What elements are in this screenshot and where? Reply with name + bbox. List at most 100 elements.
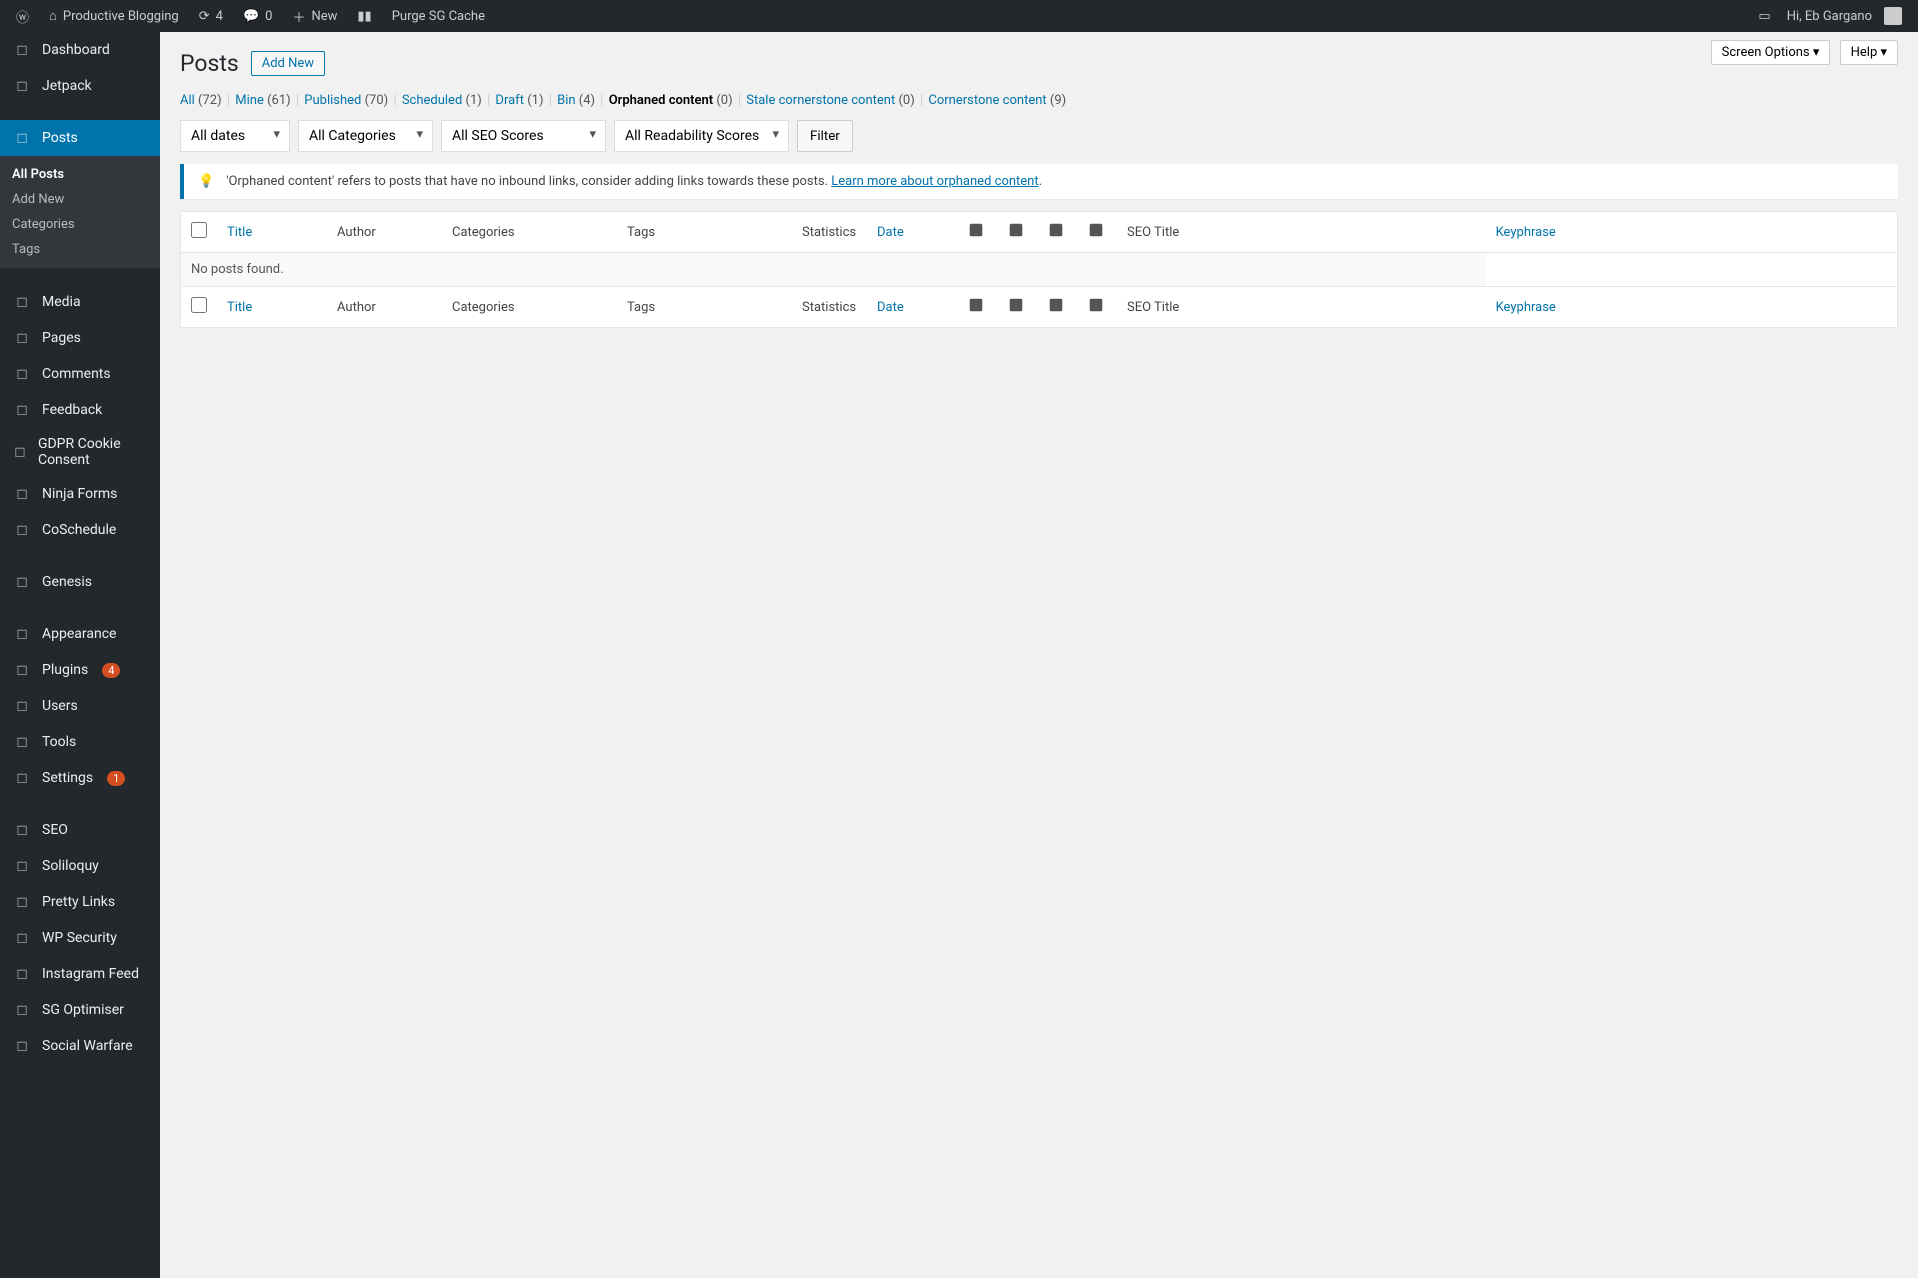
- plus-icon: ＋: [292, 7, 305, 26]
- col-date[interactable]: Date: [877, 225, 904, 240]
- sidebar-item-pretty-links[interactable]: ◻Pretty Links: [0, 884, 160, 920]
- col-categories: Categories: [452, 225, 515, 240]
- sidebar-item-seo[interactable]: ◻SEO: [0, 812, 160, 848]
- view-bin[interactable]: Bin: [557, 93, 579, 108]
- outgoing-links-icon: [967, 296, 985, 314]
- badge: 4: [102, 663, 120, 678]
- jetpack-icon: ◻: [12, 76, 32, 96]
- sidebar-item-label: Users: [42, 698, 78, 714]
- sidebar-item-dashboard[interactable]: ◻Dashboard: [0, 32, 160, 68]
- view-draft[interactable]: Draft: [495, 93, 527, 108]
- col-seotitle: SEO Title: [1127, 225, 1179, 240]
- yoast-link[interactable]: ▮▮: [349, 0, 379, 32]
- seo-score-icon: [1087, 296, 1105, 314]
- sidebar-item-instagram-feed[interactable]: ◻ Instagram Feed: [0, 956, 160, 992]
- sidebar-item-label: Social Warfare: [42, 1038, 133, 1054]
- col-stats: Statistics: [802, 300, 856, 315]
- col-categories: Categories: [452, 300, 515, 315]
- col-title[interactable]: Title: [227, 225, 252, 240]
- sidebar-item-plugins[interactable]: ◻Plugins4: [0, 652, 160, 688]
- notifications-link[interactable]: ▭: [1750, 0, 1778, 32]
- sidebar-item-gdpr-cookie-consent[interactable]: ◻GDPR Cookie Consent: [0, 428, 160, 476]
- submenu-add-new[interactable]: Add New: [0, 187, 160, 212]
- sidebar-item-label: Instagram Feed: [42, 966, 139, 982]
- view-published[interactable]: Published: [304, 93, 364, 108]
- site-link[interactable]: ⌂Productive Blogging: [41, 0, 187, 32]
- lightbulb-icon: 💡: [198, 174, 214, 189]
- sidebar-item-appearance[interactable]: ◻Appearance: [0, 616, 160, 652]
- sidebar-item-users[interactable]: ◻Users: [0, 688, 160, 724]
- sidebar-item-label: Feedback: [42, 402, 102, 418]
- gear-icon: ◻: [12, 768, 32, 788]
- updates-link[interactable]: ⟳4: [191, 0, 231, 32]
- sidebar-item-social-warfare[interactable]: ◻Social Warfare: [0, 1028, 160, 1064]
- col-title[interactable]: Title: [227, 300, 252, 315]
- cal-icon: ◻: [12, 520, 32, 540]
- sidebar-item-posts[interactable]: ◻Posts: [0, 120, 160, 156]
- ig-icon: ◻: [12, 964, 32, 984]
- updates-count: 4: [216, 9, 223, 24]
- account-link[interactable]: Hi, Eb Gargano: [1779, 0, 1910, 32]
- sidebar-item-label: Tools: [42, 734, 76, 750]
- sidebar-item-coschedule[interactable]: ◻CoSchedule: [0, 512, 160, 548]
- sidebar-item-feedback[interactable]: ◻Feedback: [0, 392, 160, 428]
- view-cornerstone-content[interactable]: Cornerstone content: [928, 93, 1050, 108]
- add-new-button[interactable]: Add New: [251, 51, 325, 76]
- sidebar-item-sg-optimiser[interactable]: ◻SG Optimiser: [0, 992, 160, 1028]
- incoming-links-icon: [1007, 221, 1025, 239]
- sidebar-item-tools[interactable]: ◻Tools: [0, 724, 160, 760]
- new-link[interactable]: ＋New: [284, 0, 345, 32]
- select-all-checkbox[interactable]: [191, 297, 207, 313]
- content-area: Screen Options ▾ Help ▾ Posts Add New Al…: [160, 32, 1918, 1278]
- seo-filter[interactable]: All SEO Scores: [441, 120, 606, 152]
- sidebar-item-label: SG Optimiser: [42, 1002, 124, 1018]
- sidebar-item-jetpack[interactable]: ◻Jetpack: [0, 68, 160, 104]
- sidebar-item-label: Media: [42, 294, 81, 310]
- submenu-categories[interactable]: Categories: [0, 212, 160, 237]
- col-date[interactable]: Date: [877, 300, 904, 315]
- sidebar-item-label: Dashboard: [42, 42, 110, 58]
- view-stale-cornerstone-content[interactable]: Stale cornerstone content: [746, 93, 898, 108]
- filter-button[interactable]: Filter: [797, 120, 853, 152]
- sidebar-item-genesis[interactable]: ◻Genesis: [0, 564, 160, 600]
- purge-cache-link[interactable]: Purge SG Cache: [384, 0, 493, 32]
- view-orphaned-content: Orphaned content: [609, 93, 717, 108]
- sidebar-item-soliloquy[interactable]: ◻Soliloquy: [0, 848, 160, 884]
- sidebar-item-label: Comments: [42, 366, 111, 382]
- screen-options-button[interactable]: Screen Options ▾: [1711, 40, 1831, 65]
- wp-logo[interactable]: ⓦ: [8, 0, 37, 32]
- notice-link[interactable]: Learn more about orphaned content: [831, 174, 1038, 189]
- readability-icon: [1047, 221, 1065, 239]
- sidebar-item-label: Settings: [42, 770, 93, 786]
- sidebar-item-ninja-forms[interactable]: ◻Ninja Forms: [0, 476, 160, 512]
- comments-link[interactable]: 💬0: [235, 0, 281, 32]
- submenu-tags[interactable]: Tags: [0, 237, 160, 262]
- media-icon: ◻: [12, 292, 32, 312]
- dates-filter[interactable]: All dates: [180, 120, 290, 152]
- sidebar-item-wp-security[interactable]: ◻WP Security: [0, 920, 160, 956]
- col-keyphrase[interactable]: Keyphrase: [1496, 300, 1556, 315]
- submenu-all-posts[interactable]: All Posts: [0, 162, 160, 187]
- sidebar-item-media[interactable]: ◻ Media: [0, 284, 160, 320]
- seo-icon: ◻: [12, 820, 32, 840]
- sidebar-item-settings[interactable]: ◻Settings1: [0, 760, 160, 796]
- wordpress-icon: ⓦ: [16, 7, 29, 26]
- sidebar-item-pages[interactable]: ◻Pages: [0, 320, 160, 356]
- filter-bar: All dates All Categories All SEO Scores …: [180, 120, 1898, 152]
- sidebar-item-label: GDPR Cookie Consent: [38, 436, 148, 468]
- view-all[interactable]: All: [180, 93, 198, 108]
- col-keyphrase[interactable]: Keyphrase: [1496, 225, 1556, 240]
- categories-filter[interactable]: All Categories: [298, 120, 433, 152]
- sidebar-item-comments[interactable]: ◻Comments: [0, 356, 160, 392]
- view-scheduled[interactable]: Scheduled: [402, 93, 466, 108]
- genesis-icon: ◻: [12, 572, 32, 592]
- help-button[interactable]: Help ▾: [1840, 40, 1898, 65]
- comments-count: 0: [265, 9, 272, 24]
- view-mine[interactable]: Mine: [235, 93, 267, 108]
- sidebar-item-label: Posts: [42, 130, 78, 146]
- soliloquy-icon: ◻: [12, 856, 32, 876]
- greeting: Hi, Eb Gargano: [1787, 9, 1872, 24]
- select-all-checkbox[interactable]: [191, 222, 207, 238]
- readability-filter[interactable]: All Readability Scores: [614, 120, 789, 152]
- admin-bar: ⓦ ⌂Productive Blogging ⟳4 💬0 ＋New ▮▮ Pur…: [0, 0, 1918, 32]
